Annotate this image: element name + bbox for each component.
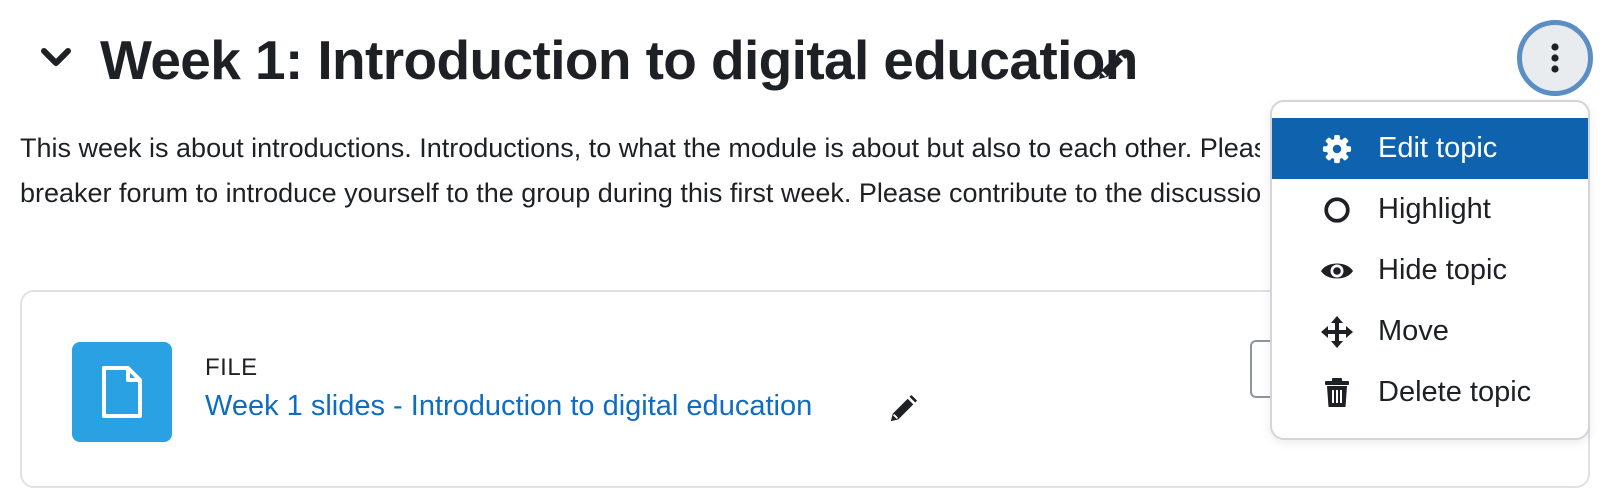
menu-item-label: Move: [1378, 315, 1449, 347]
menu-item-label: Edit topic: [1378, 132, 1498, 164]
menu-item-hide-topic[interactable]: Hide topic: [1272, 240, 1588, 301]
activity-link[interactable]: Week 1 slides - Introduction to digital …: [205, 390, 812, 423]
move-icon: [1320, 315, 1354, 349]
menu-item-delete-topic[interactable]: Delete topic: [1272, 362, 1588, 423]
activity-type-label: FILE: [205, 354, 258, 381]
circle-icon: [1320, 193, 1354, 227]
menu-item-label: Hide topic: [1378, 254, 1507, 286]
edit-section-title-icon[interactable]: [1096, 50, 1128, 82]
menu-item-label: Highlight: [1378, 193, 1491, 225]
kebab-icon: [1551, 43, 1559, 73]
eye-icon: [1320, 254, 1354, 288]
activity-icon-container: [72, 342, 172, 442]
section-collapse-button[interactable]: [36, 38, 76, 78]
gear-icon: [1320, 132, 1354, 166]
summary-line: This week is about introductions. Introd…: [20, 133, 1260, 163]
menu-item-edit-topic[interactable]: Edit topic: [1272, 118, 1588, 179]
trash-icon: [1320, 376, 1354, 410]
chevron-down-icon: [41, 48, 71, 66]
section-actions-menu-button[interactable]: [1517, 20, 1593, 96]
summary-line: breaker forum to introduce yourself to t…: [20, 178, 1260, 208]
menu-item-move[interactable]: Move: [1272, 301, 1588, 362]
section-actions-dropdown: Edit topic Highlight Hide topic Move Del…: [1270, 100, 1590, 440]
menu-item-label: Delete topic: [1378, 376, 1532, 408]
menu-item-highlight[interactable]: Highlight: [1272, 179, 1588, 240]
file-icon: [102, 366, 142, 418]
edit-activity-title-icon[interactable]: [888, 394, 918, 424]
section-summary: This week is about introductions. Introd…: [20, 126, 1260, 226]
section-title: Week 1: Introduction to digital educatio…: [100, 29, 1138, 91]
